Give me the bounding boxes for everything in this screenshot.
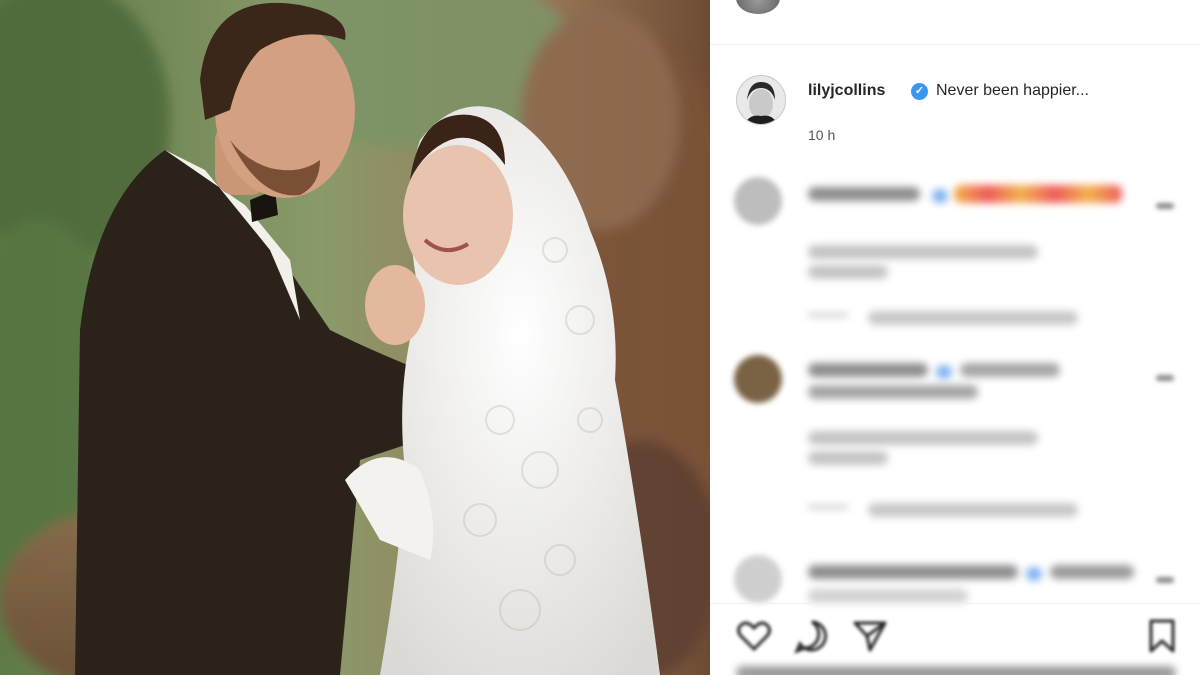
- avatar-portrait: [737, 76, 785, 124]
- view-replies-blurred[interactable]: [868, 503, 1078, 517]
- comment-icon[interactable]: [792, 616, 832, 656]
- comment-avatar[interactable]: [734, 177, 782, 225]
- comment-verified-blurred: [936, 365, 952, 379]
- more-options-icon[interactable]: [1156, 203, 1174, 209]
- post-sidebar: lilyjcollins ✓ Never been happier... 10 …: [710, 0, 1200, 675]
- comment-reply-blurred: [808, 265, 888, 279]
- likes-count-blurred: [736, 666, 1176, 675]
- more-options-icon[interactable]: [1156, 577, 1174, 583]
- caption-text: Never been happier...: [936, 82, 1089, 99]
- share-icon[interactable]: [850, 616, 890, 656]
- comment-meta-blurred: [808, 431, 1038, 445]
- post-timestamp[interactable]: 10 h: [808, 127, 835, 143]
- heart-icon[interactable]: [734, 616, 774, 656]
- more-options-icon[interactable]: [1156, 375, 1174, 381]
- avatar[interactable]: [736, 75, 786, 125]
- comment-verified-blurred: [1026, 567, 1042, 581]
- comment-reply-blurred: [808, 451, 888, 465]
- comment-text-blurred: [808, 385, 978, 399]
- replies-divider: [808, 313, 848, 317]
- comment-username-blurred: [808, 363, 928, 377]
- comment-avatar[interactable]: [734, 555, 782, 603]
- comment-emoji-blurred: [954, 185, 1122, 203]
- replies-divider: [808, 505, 848, 509]
- comment-text-blurred: [1050, 565, 1134, 579]
- wedding-photo: [0, 0, 710, 675]
- comment-meta-blurred: [808, 245, 1038, 259]
- comment-meta-blurred: [808, 589, 968, 603]
- username-link[interactable]: lilyjcollins: [808, 82, 885, 100]
- view-replies-blurred[interactable]: [868, 311, 1078, 325]
- post-photo[interactable]: [0, 0, 710, 675]
- comment-verified-blurred: [932, 189, 948, 203]
- post-actions: [710, 603, 1200, 675]
- comment-avatar[interactable]: [734, 355, 782, 403]
- verified-icon: ✓: [911, 83, 928, 100]
- post-header: [710, 0, 1200, 45]
- comment-username-blurred: [808, 187, 920, 201]
- comments-list: [710, 165, 1200, 605]
- bookmark-icon[interactable]: [1142, 616, 1182, 656]
- header-avatar[interactable]: [736, 0, 780, 14]
- comment-text-blurred: [960, 363, 1060, 377]
- post-caption: lilyjcollins ✓ Never been happier... 10 …: [736, 72, 1176, 143]
- comment-username-blurred: [808, 565, 1018, 579]
